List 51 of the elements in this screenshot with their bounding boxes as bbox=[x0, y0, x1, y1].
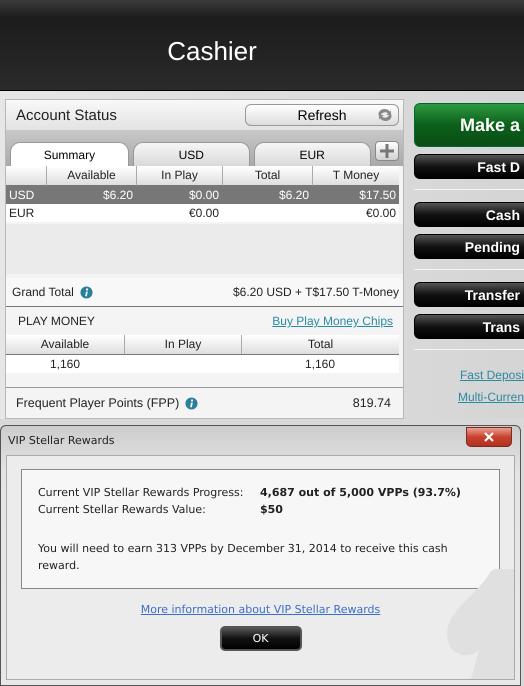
section-title: PLAY MONEY bbox=[18, 314, 95, 328]
dialog-title: VIP Stellar Rewards bbox=[8, 434, 115, 447]
message-text: You will need to earn 313 VPPs by December 31, 2014 to receive this cash reward. bbox=[38, 541, 449, 574]
grand-total-value: $6.20 USD + T$17.50 T-Money bbox=[233, 285, 399, 299]
column-header: In Play bbox=[124, 335, 241, 355]
plus-icon bbox=[380, 144, 394, 158]
table-cell: $6.20 bbox=[46, 186, 136, 204]
menu-button[interactable]: Transfer bbox=[414, 282, 524, 307]
menu-button[interactable]: Fast D bbox=[414, 154, 524, 179]
table-cell: $0.00 bbox=[136, 186, 222, 204]
table-cell: $6.20 bbox=[222, 186, 312, 204]
close-button[interactable] bbox=[466, 426, 512, 446]
menu-button[interactable]: Cash bbox=[414, 202, 524, 227]
refresh-button[interactable]: Refresh bbox=[245, 104, 399, 126]
detail-label: Current Stellar Rewards Value: bbox=[38, 503, 207, 516]
table-cell: €0.00 bbox=[136, 204, 222, 222]
info-icon[interactable] bbox=[80, 286, 93, 298]
primary-button[interactable]: Make a bbox=[414, 103, 524, 147]
table-cell: 1,160 bbox=[6, 355, 124, 373]
fpp-label: Frequent Player Points (FPP) bbox=[16, 396, 180, 410]
table-cell: €0.00 bbox=[312, 204, 399, 222]
info-icon[interactable] bbox=[185, 396, 198, 410]
section-title: Account Status bbox=[16, 106, 117, 124]
add-tab-button[interactable] bbox=[374, 141, 399, 161]
grand-total-label: Grand Total bbox=[12, 285, 74, 299]
column-header: T Money bbox=[312, 166, 399, 186]
tab[interactable]: Summary bbox=[10, 142, 129, 166]
detail-value: 4,687 out of 5,000 VPPs (93.7%) bbox=[260, 486, 462, 499]
menu-button[interactable]: Pending bbox=[414, 234, 524, 259]
detail-label: Current VIP Stellar Rewards Progress: bbox=[38, 486, 244, 499]
column-header: Total bbox=[241, 335, 399, 355]
tab[interactable]: USD bbox=[132, 142, 250, 166]
menu-button[interactable]: Trans bbox=[414, 314, 524, 339]
column-header: In Play bbox=[136, 166, 222, 186]
column-header: Available bbox=[46, 166, 136, 186]
refresh-icon bbox=[376, 107, 394, 123]
detail-value: $50 bbox=[260, 503, 284, 516]
column-header: Available bbox=[6, 335, 124, 355]
table-cell: 1,160 bbox=[241, 355, 399, 373]
buy-chips-link[interactable]: Buy Play Money Chips bbox=[272, 314, 393, 328]
window-title: Cashier bbox=[167, 36, 257, 66]
column-header bbox=[6, 166, 46, 186]
currency-cell[interactable]: EUR bbox=[6, 204, 46, 222]
close-icon bbox=[484, 432, 494, 442]
more-info-link[interactable]: More information about VIP Stellar Rewards bbox=[140, 603, 380, 616]
fpp-value: 819.74 bbox=[352, 396, 391, 410]
column-header: Total bbox=[222, 166, 312, 186]
currency-cell[interactable]: USD bbox=[6, 186, 46, 204]
tab[interactable]: EUR bbox=[254, 142, 371, 166]
table-cell: $17.50 bbox=[312, 186, 399, 204]
ok-button[interactable]: OK bbox=[220, 626, 302, 651]
